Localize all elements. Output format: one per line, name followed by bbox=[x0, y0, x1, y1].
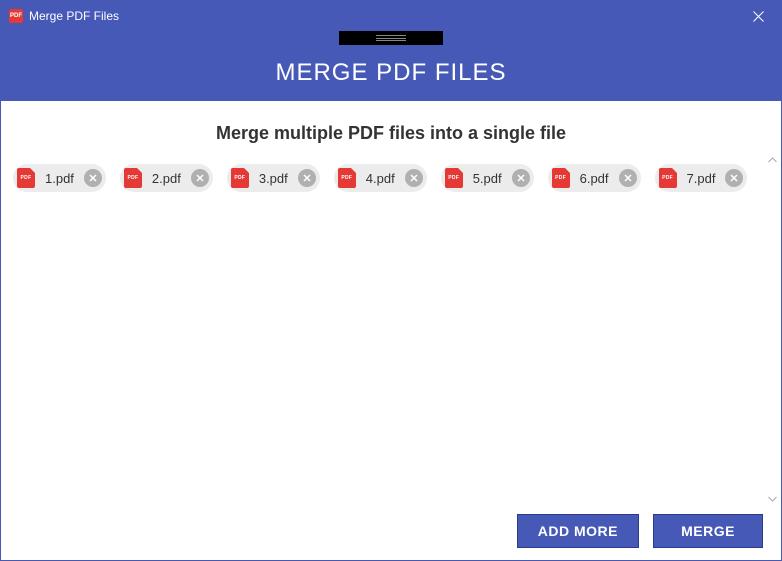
scroll-up-button[interactable] bbox=[765, 153, 779, 167]
close-icon bbox=[624, 174, 632, 182]
file-name-label: 2.pdf bbox=[150, 171, 183, 186]
file-chip[interactable]: PDF 1.pdf bbox=[13, 164, 106, 192]
pdf-icon: PDF bbox=[338, 168, 356, 188]
pdf-icon: PDF bbox=[552, 168, 570, 188]
add-more-button[interactable]: ADD MORE bbox=[517, 514, 639, 548]
close-icon bbox=[89, 174, 97, 182]
titlebar-left: PDF Merge PDF Files bbox=[9, 9, 119, 23]
file-chip[interactable]: PDF 6.pdf bbox=[548, 164, 641, 192]
pdf-icon: PDF bbox=[659, 168, 677, 188]
scroll-down-button[interactable] bbox=[765, 492, 779, 506]
file-name-label: 6.pdf bbox=[578, 171, 611, 186]
close-icon bbox=[303, 174, 311, 182]
header-band: MERGE PDF FILES bbox=[1, 31, 781, 101]
pdf-icon: PDF bbox=[231, 168, 249, 188]
main-content: Merge multiple PDF files into a single f… bbox=[1, 101, 781, 560]
pdf-icon: PDF bbox=[17, 168, 35, 188]
app-icon-label: PDF bbox=[10, 13, 22, 19]
close-icon bbox=[517, 174, 525, 182]
file-chip[interactable]: PDF 7.pdf bbox=[655, 164, 748, 192]
file-chip[interactable]: PDF 5.pdf bbox=[441, 164, 534, 192]
pdf-icon: PDF bbox=[124, 168, 142, 188]
remove-file-button[interactable] bbox=[619, 169, 637, 187]
close-icon bbox=[753, 11, 764, 22]
merge-button[interactable]: MERGE bbox=[653, 514, 763, 548]
file-chip[interactable]: PDF 2.pdf bbox=[120, 164, 213, 192]
file-name-label: 1.pdf bbox=[43, 171, 76, 186]
remove-file-button[interactable] bbox=[191, 169, 209, 187]
file-chip-list: PDF 1.pdf PDF 2.pdf PDF 3.pdf PDF 4.pdf PDF 5.pdf… bbox=[11, 164, 771, 192]
window-title: Merge PDF Files bbox=[29, 9, 119, 23]
pdf-icon: PDF bbox=[445, 168, 463, 188]
app-icon: PDF bbox=[9, 9, 23, 23]
remove-file-button[interactable] bbox=[84, 169, 102, 187]
drag-handle[interactable] bbox=[339, 31, 443, 45]
chevron-down-icon bbox=[768, 496, 777, 502]
remove-file-button[interactable] bbox=[512, 169, 530, 187]
drag-handle-icon bbox=[376, 35, 406, 41]
footer-actions: ADD MORE MERGE bbox=[517, 514, 763, 548]
file-name-label: 4.pdf bbox=[364, 171, 397, 186]
file-name-label: 5.pdf bbox=[471, 171, 504, 186]
file-chip[interactable]: PDF 3.pdf bbox=[227, 164, 320, 192]
file-name-label: 7.pdf bbox=[685, 171, 718, 186]
remove-file-button[interactable] bbox=[725, 169, 743, 187]
close-icon bbox=[196, 174, 204, 182]
file-name-label: 3.pdf bbox=[257, 171, 290, 186]
page-subtitle: Merge multiple PDF files into a single f… bbox=[11, 123, 771, 144]
close-icon bbox=[410, 174, 418, 182]
close-button[interactable] bbox=[736, 1, 781, 31]
remove-file-button[interactable] bbox=[405, 169, 423, 187]
titlebar: PDF Merge PDF Files bbox=[1, 1, 781, 31]
close-icon bbox=[730, 174, 738, 182]
files-area: PDF 1.pdf PDF 2.pdf PDF 3.pdf PDF 4.pdf PDF 5.pdf… bbox=[11, 164, 771, 192]
chevron-up-icon bbox=[768, 157, 777, 163]
remove-file-button[interactable] bbox=[298, 169, 316, 187]
file-chip[interactable]: PDF 4.pdf bbox=[334, 164, 427, 192]
